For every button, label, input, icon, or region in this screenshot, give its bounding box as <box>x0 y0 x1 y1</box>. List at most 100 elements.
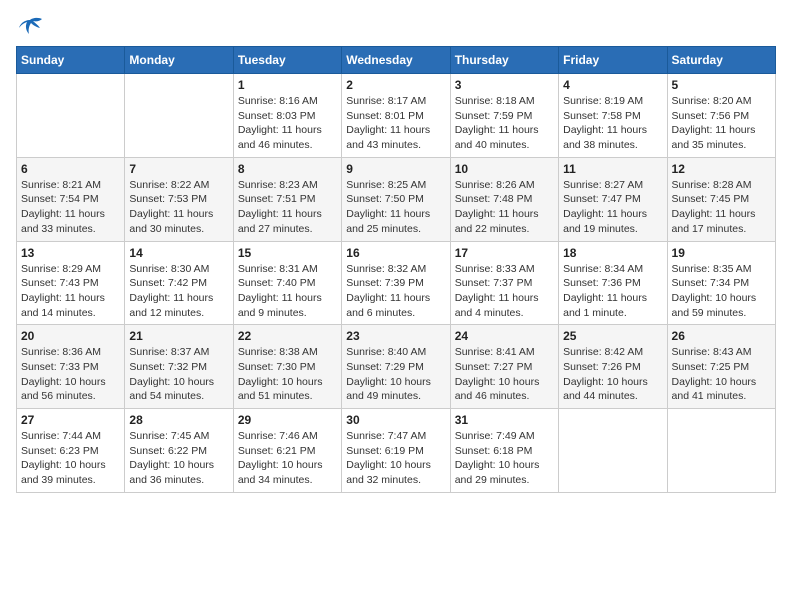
calendar-day-cell: 16Sunrise: 8:32 AMSunset: 7:39 PMDayligh… <box>342 241 450 325</box>
calendar-day-cell: 15 Sunrise: 8:31 AMSunset: 7:40 PMDayligh… <box>233 241 341 325</box>
calendar-day-cell: 27 Sunrise: 7:44 AMSunset: 6:23 PMDayligh… <box>17 409 125 493</box>
calendar-day-cell: 30 Sunrise: 7:47 AMSunset: 6:19 PMDayligh… <box>342 409 450 493</box>
calendar-day-cell: 28Sunrise: 7:45 AMSunset: 6:22 PMDayligh… <box>125 409 233 493</box>
day-info: Sunrise: 8:20 AMSunset: 7:56 PMDaylight:… <box>672 94 771 153</box>
day-info: Sunrise: 8:22 AMSunset: 7:53 PMDaylight:… <box>129 178 228 237</box>
calendar-day-cell: 24 Sunrise: 8:41 AMSunset: 7:27 PMDayligh… <box>450 325 558 409</box>
day-number: 4 <box>563 78 662 92</box>
day-info: Sunrise: 7:47 AMSunset: 6:19 PMDaylight:… <box>346 429 445 488</box>
day-info: Sunrise: 8:36 AMSunset: 7:33 PMDaylight:… <box>21 345 120 404</box>
day-info: Sunrise: 8:30 AMSunset: 7:42 PMDaylight:… <box>129 262 228 321</box>
day-number: 10 <box>455 162 554 176</box>
day-number: 18 <box>563 246 662 260</box>
calendar-table: SundayMondayTuesdayWednesdayThursdayFrid… <box>16 46 776 493</box>
logo <box>16 16 48 38</box>
day-number: 6 <box>21 162 120 176</box>
calendar-day-cell: 5 Sunrise: 8:20 AMSunset: 7:56 PMDaylight… <box>667 74 775 158</box>
weekday-header-thursday: Thursday <box>450 47 558 74</box>
calendar-day-cell: 4 Sunrise: 8:19 AMSunset: 7:58 PMDaylight… <box>559 74 667 158</box>
day-number: 2 <box>346 78 445 92</box>
day-info: Sunrise: 8:43 AMSunset: 7:25 PMDaylight:… <box>672 345 771 404</box>
day-number: 5 <box>672 78 771 92</box>
calendar-day-cell: 19 Sunrise: 8:35 AMSunset: 7:34 PMDayligh… <box>667 241 775 325</box>
day-number: 25 <box>563 329 662 343</box>
day-number: 29 <box>238 413 337 427</box>
calendar-day-cell <box>125 74 233 158</box>
day-info: Sunrise: 7:49 AMSunset: 6:18 PMDaylight:… <box>455 429 554 488</box>
calendar-day-cell: 23 Sunrise: 8:40 AMSunset: 7:29 PMDayligh… <box>342 325 450 409</box>
calendar-day-cell: 6 Sunrise: 8:21 AMSunset: 7:54 PMDaylight… <box>17 157 125 241</box>
calendar-week-row: 13 Sunrise: 8:29 AMSunset: 7:43 PMDayligh… <box>17 241 776 325</box>
calendar-week-row: 20Sunrise: 8:36 AMSunset: 7:33 PMDayligh… <box>17 325 776 409</box>
day-info: Sunrise: 7:46 AMSunset: 6:21 PMDaylight:… <box>238 429 337 488</box>
day-info: Sunrise: 8:18 AMSunset: 7:59 PMDaylight:… <box>455 94 554 153</box>
day-number: 22 <box>238 329 337 343</box>
logo-bird-icon <box>16 16 44 38</box>
calendar-day-cell: 29 Sunrise: 7:46 AMSunset: 6:21 PMDayligh… <box>233 409 341 493</box>
day-number: 26 <box>672 329 771 343</box>
day-info: Sunrise: 8:26 AMSunset: 7:48 PMDaylight:… <box>455 178 554 237</box>
day-info: Sunrise: 8:27 AMSunset: 7:47 PMDaylight:… <box>563 178 662 237</box>
calendar-day-cell: 8 Sunrise: 8:23 AMSunset: 7:51 PMDaylight… <box>233 157 341 241</box>
day-number: 15 <box>238 246 337 260</box>
weekday-header-monday: Monday <box>125 47 233 74</box>
day-number: 8 <box>238 162 337 176</box>
day-info: Sunrise: 8:17 AMSunset: 8:01 PMDaylight:… <box>346 94 445 153</box>
day-info: Sunrise: 8:21 AMSunset: 7:54 PMDaylight:… <box>21 178 120 237</box>
day-info: Sunrise: 8:29 AMSunset: 7:43 PMDaylight:… <box>21 262 120 321</box>
calendar-day-cell: 21Sunrise: 8:37 AMSunset: 7:32 PMDayligh… <box>125 325 233 409</box>
day-info: Sunrise: 8:19 AMSunset: 7:58 PMDaylight:… <box>563 94 662 153</box>
day-info: Sunrise: 8:41 AMSunset: 7:27 PMDaylight:… <box>455 345 554 404</box>
day-info: Sunrise: 8:23 AMSunset: 7:51 PMDaylight:… <box>238 178 337 237</box>
day-info: Sunrise: 8:40 AMSunset: 7:29 PMDaylight:… <box>346 345 445 404</box>
calendar-day-cell: 12 Sunrise: 8:28 AMSunset: 7:45 PMDayligh… <box>667 157 775 241</box>
day-number: 7 <box>129 162 228 176</box>
weekday-header-sunday: Sunday <box>17 47 125 74</box>
day-number: 30 <box>346 413 445 427</box>
calendar-day-cell: 2 Sunrise: 8:17 AMSunset: 8:01 PMDaylight… <box>342 74 450 158</box>
day-number: 27 <box>21 413 120 427</box>
day-number: 1 <box>238 78 337 92</box>
day-number: 31 <box>455 413 554 427</box>
day-number: 14 <box>129 246 228 260</box>
calendar-day-cell: 13 Sunrise: 8:29 AMSunset: 7:43 PMDayligh… <box>17 241 125 325</box>
day-number: 13 <box>21 246 120 260</box>
day-number: 23 <box>346 329 445 343</box>
calendar-week-row: 1Sunrise: 8:16 AMSunset: 8:03 PMDaylight… <box>17 74 776 158</box>
day-number: 28 <box>129 413 228 427</box>
weekday-header-tuesday: Tuesday <box>233 47 341 74</box>
calendar-day-cell: 14 Sunrise: 8:30 AMSunset: 7:42 PMDayligh… <box>125 241 233 325</box>
weekday-header-saturday: Saturday <box>667 47 775 74</box>
day-info: Sunrise: 8:33 AMSunset: 7:37 PMDaylight:… <box>455 262 554 321</box>
calendar-day-cell: 17 Sunrise: 8:33 AMSunset: 7:37 PMDayligh… <box>450 241 558 325</box>
weekday-header-friday: Friday <box>559 47 667 74</box>
calendar-day-cell: 31 Sunrise: 7:49 AMSunset: 6:18 PMDayligh… <box>450 409 558 493</box>
day-info: Sunrise: 8:34 AMSunset: 7:36 PMDaylight:… <box>563 262 662 321</box>
day-info: Sunrise: 8:35 AMSunset: 7:34 PMDaylight:… <box>672 262 771 321</box>
calendar-day-cell: 18 Sunrise: 8:34 AMSunset: 7:36 PMDayligh… <box>559 241 667 325</box>
day-info: Sunrise: 8:28 AMSunset: 7:45 PMDaylight:… <box>672 178 771 237</box>
calendar-day-cell: 7 Sunrise: 8:22 AMSunset: 7:53 PMDaylight… <box>125 157 233 241</box>
day-info: Sunrise: 8:42 AMSunset: 7:26 PMDaylight:… <box>563 345 662 404</box>
day-number: 17 <box>455 246 554 260</box>
calendar-day-cell: 20Sunrise: 8:36 AMSunset: 7:33 PMDayligh… <box>17 325 125 409</box>
day-info: Sunrise: 7:44 AMSunset: 6:23 PMDaylight:… <box>21 429 120 488</box>
weekday-header-wednesday: Wednesday <box>342 47 450 74</box>
calendar-day-cell: 9 Sunrise: 8:25 AMSunset: 7:50 PMDaylight… <box>342 157 450 241</box>
day-number: 21 <box>129 329 228 343</box>
calendar-day-cell <box>667 409 775 493</box>
day-info: Sunrise: 8:31 AMSunset: 7:40 PMDaylight:… <box>238 262 337 321</box>
calendar-day-cell: 11Sunrise: 8:27 AMSunset: 7:47 PMDayligh… <box>559 157 667 241</box>
calendar-day-cell: 25 Sunrise: 8:42 AMSunset: 7:26 PMDayligh… <box>559 325 667 409</box>
day-number: 24 <box>455 329 554 343</box>
calendar-day-cell: 1Sunrise: 8:16 AMSunset: 8:03 PMDaylight… <box>233 74 341 158</box>
calendar-week-row: 27 Sunrise: 7:44 AMSunset: 6:23 PMDayligh… <box>17 409 776 493</box>
day-number: 19 <box>672 246 771 260</box>
day-info: Sunrise: 8:38 AMSunset: 7:30 PMDaylight:… <box>238 345 337 404</box>
day-number: 9 <box>346 162 445 176</box>
day-info: Sunrise: 8:25 AMSunset: 7:50 PMDaylight:… <box>346 178 445 237</box>
calendar-day-cell: 3Sunrise: 8:18 AMSunset: 7:59 PMDaylight… <box>450 74 558 158</box>
calendar-day-cell <box>17 74 125 158</box>
day-info: Sunrise: 8:32 AMSunset: 7:39 PMDaylight:… <box>346 262 445 321</box>
day-number: 12 <box>672 162 771 176</box>
